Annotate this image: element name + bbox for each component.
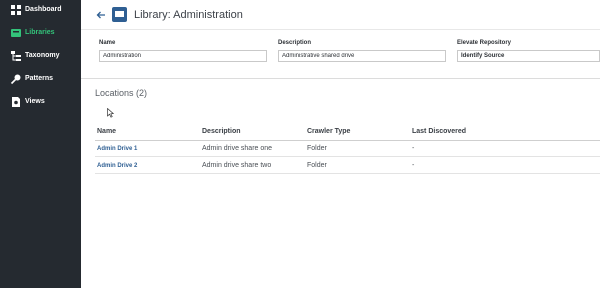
location-crawler-type: Folder [307, 162, 327, 169]
column-header-description[interactable]: Description [202, 128, 241, 135]
sidebar-item-views[interactable]: Views [0, 93, 81, 111]
header-divider [81, 29, 600, 30]
column-header-crawler-type[interactable]: Crawler Type [307, 128, 350, 135]
sidebar-item-patterns[interactable]: Patterns [0, 70, 81, 88]
description-field[interactable] [278, 50, 446, 62]
elevate-repository-select[interactable]: Identify Source [457, 50, 600, 62]
elevate-repository-label: Elevate Repository [457, 40, 512, 46]
back-arrow-icon[interactable] [95, 9, 107, 21]
location-last-discovered: - [412, 162, 415, 169]
locations-title: Locations (2) [95, 88, 148, 98]
library-icon [11, 29, 21, 37]
document-icon [12, 97, 20, 107]
sidebar-item-dashboard[interactable]: Dashboard [0, 1, 81, 19]
sidebar-item-label: Patterns [25, 75, 54, 82]
sidebar-item-taxonomy[interactable]: Taxonomy [0, 47, 81, 65]
app-window: Dashboard Libraries Taxonomy Patterns Vi… [0, 0, 600, 288]
dashboard-icon [11, 5, 21, 15]
sidebar-item-label: Views [25, 98, 45, 105]
table-row: Admin Drive 2 Admin drive share two Fold… [95, 158, 600, 174]
form-divider [81, 78, 600, 79]
sidebar: Dashboard Libraries Taxonomy Patterns Vi… [0, 0, 81, 288]
location-name-link[interactable]: Admin Drive 1 [97, 146, 137, 152]
library-icon [112, 7, 127, 22]
location-description: Admin drive share two [202, 162, 272, 169]
column-header-name[interactable]: Name [97, 128, 116, 135]
page-title: Library: Administration [134, 9, 243, 21]
location-crawler-type: Folder [307, 145, 327, 152]
location-last-discovered: - [412, 145, 415, 152]
table-row: Admin Drive 1 Admin drive share one Fold… [95, 141, 600, 157]
sidebar-item-label: Dashboard [25, 6, 62, 13]
sidebar-item-label: Taxonomy [25, 52, 60, 59]
description-label: Description [278, 40, 312, 46]
pattern-icon [10, 74, 21, 85]
name-label: Name [99, 40, 116, 46]
mouse-cursor-icon [107, 108, 114, 118]
location-description: Admin drive share one [202, 145, 273, 152]
sidebar-item-libraries[interactable]: Libraries [0, 24, 81, 42]
location-name-link[interactable]: Admin Drive 2 [97, 163, 137, 169]
name-field[interactable] [99, 50, 267, 62]
sidebar-item-label: Libraries [25, 29, 55, 36]
taxonomy-icon [11, 51, 21, 61]
column-header-last-discovered[interactable]: Last Discovered [412, 128, 466, 135]
